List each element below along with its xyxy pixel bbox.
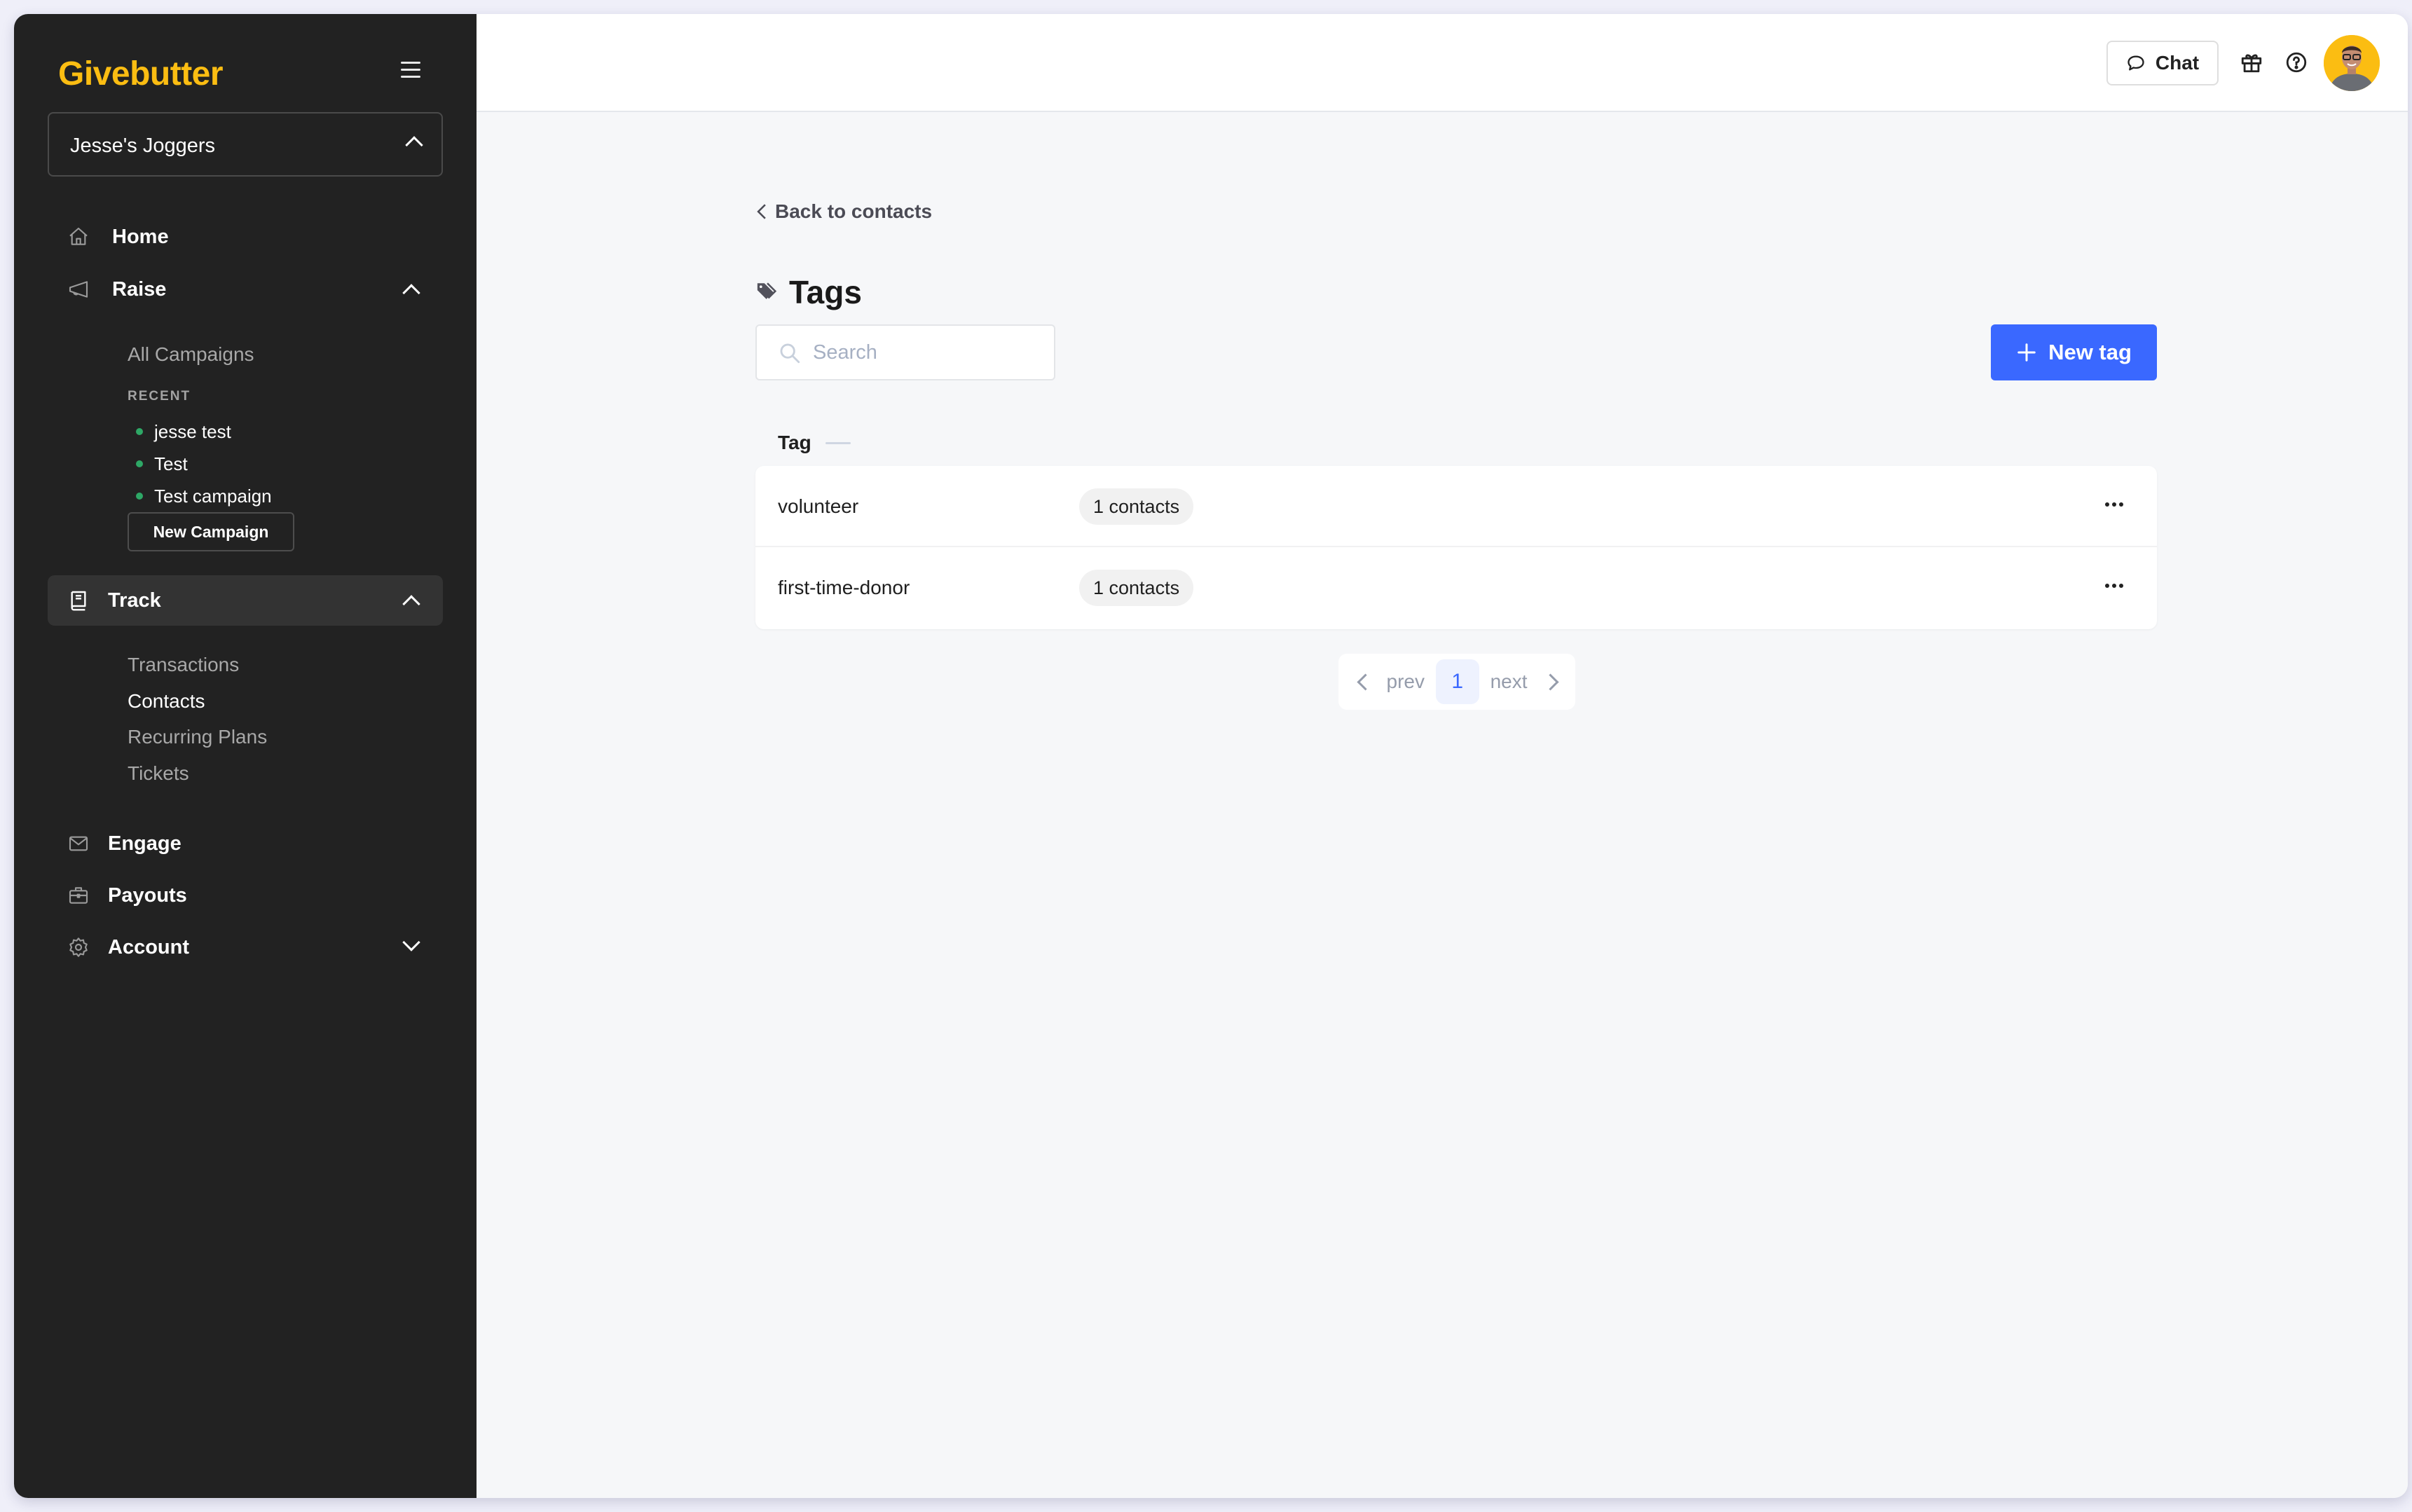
chevron-up-icon — [405, 136, 423, 154]
recent-heading: RECENT — [128, 389, 191, 404]
status-dot — [136, 428, 143, 436]
back-link-label: Back to contacts — [775, 200, 933, 222]
chat-label: Chat — [2155, 52, 2200, 74]
gift-icon[interactable] — [2240, 50, 2263, 74]
sort-indicator-icon — [825, 441, 851, 444]
chevron-up-icon[interactable] — [402, 595, 420, 613]
help-icon[interactable] — [2284, 50, 2308, 74]
sidebar-subitem-contacts[interactable]: Contacts — [128, 690, 205, 713]
sidebar-item-label: Track — [108, 589, 161, 612]
chevron-left-icon[interactable] — [1348, 668, 1376, 696]
search-input[interactable] — [813, 326, 1044, 379]
sidebar-item-account[interactable]: Account — [48, 922, 443, 973]
tag-name: volunteer — [778, 495, 859, 517]
sidebar-item-label: Payouts — [108, 884, 187, 907]
more-options-icon[interactable] — [2102, 500, 2126, 509]
status-dot — [136, 460, 143, 468]
sidebar-item-label: Account — [108, 936, 189, 958]
main-content: Chat Back to contacts Tags Search New ta… — [477, 14, 2408, 1498]
recent-campaign-item[interactable]: Test — [136, 453, 188, 475]
brand-logo[interactable]: Givebutter — [58, 55, 224, 93]
recent-campaign-item[interactable]: jesse test — [136, 421, 231, 443]
table-row[interactable]: first-time-donor 1 contacts — [755, 547, 2157, 628]
top-bar: Chat — [477, 14, 2408, 112]
sidebar-subitem-transactions[interactable]: Transactions — [128, 654, 239, 676]
pagination: prev 1 next — [1338, 654, 1575, 710]
prev-page-button[interactable]: prev — [1376, 671, 1436, 693]
page-title-text: Tags — [789, 274, 862, 310]
column-header-label: Tag — [778, 432, 811, 453]
chat-button[interactable]: Chat — [2106, 41, 2219, 85]
organization-select[interactable]: Jesse's Joggers — [48, 112, 443, 177]
sidebar-item-home[interactable]: Home — [48, 212, 443, 262]
hamburger-icon[interactable] — [401, 62, 420, 78]
tag-name: first-time-donor — [778, 577, 910, 598]
next-page-button[interactable]: next — [1479, 671, 1539, 693]
tags-table: volunteer 1 contacts first-time-donor 1 … — [755, 466, 2157, 629]
sidebar: Givebutter Jesse's Joggers Home Raise Al… — [14, 14, 477, 1498]
sidebar-item-track[interactable]: Track — [48, 575, 443, 626]
organization-name: Jesse's Joggers — [70, 135, 216, 157]
chevron-left-icon — [757, 204, 766, 219]
column-header-tag[interactable]: Tag — [778, 432, 851, 454]
sidebar-item-engage[interactable]: Engage — [48, 818, 443, 869]
search-icon — [780, 343, 800, 364]
back-to-contacts-link[interactable]: Back to contacts — [755, 200, 932, 223]
sidebar-subitem-recurring-plans[interactable]: Recurring Plans — [128, 726, 267, 748]
book-icon — [71, 591, 86, 611]
sidebar-item-label: Home — [112, 226, 169, 248]
briefcase-icon — [69, 887, 88, 904]
chevron-down-icon[interactable] — [402, 933, 420, 951]
recent-campaign-item[interactable]: Test campaign — [136, 486, 272, 507]
more-options-icon[interactable] — [2102, 581, 2126, 591]
sidebar-item-payouts[interactable]: Payouts — [48, 870, 443, 921]
sidebar-item-raise[interactable]: Raise — [48, 264, 443, 315]
contact-count-badge: 1 contacts — [1079, 570, 1194, 606]
plus-icon — [2017, 343, 2036, 362]
page-title: Tags — [755, 273, 862, 311]
chevron-up-icon[interactable] — [402, 284, 420, 302]
app-window: Givebutter Jesse's Joggers Home Raise Al… — [14, 14, 2408, 1498]
new-campaign-button[interactable]: New Campaign — [128, 512, 294, 551]
sidebar-item-label: Engage — [108, 832, 181, 855]
contact-count-badge: 1 contacts — [1079, 488, 1194, 525]
mail-icon — [69, 836, 88, 851]
table-row[interactable]: volunteer 1 contacts — [755, 466, 2157, 547]
sidebar-subitem-tickets[interactable]: Tickets — [128, 762, 189, 785]
new-tag-button[interactable]: New tag — [1991, 324, 2157, 380]
user-avatar[interactable] — [2324, 35, 2380, 91]
chevron-right-icon[interactable] — [1539, 668, 1566, 696]
recent-campaign-label: Test — [154, 453, 188, 474]
gear-icon — [69, 937, 88, 957]
sidebar-item-label: Raise — [112, 278, 167, 301]
status-dot — [136, 493, 143, 500]
home-icon — [69, 227, 88, 245]
sidebar-subitem-all-campaigns[interactable]: All Campaigns — [128, 343, 254, 366]
megaphone-icon — [69, 281, 88, 298]
tag-icon — [757, 282, 777, 299]
chat-bubble-icon — [2127, 55, 2144, 71]
new-tag-label: New tag — [2048, 340, 2132, 364]
recent-campaign-label: Test campaign — [154, 486, 272, 507]
recent-campaign-label: jesse test — [154, 421, 231, 442]
search-field[interactable] — [755, 324, 1055, 380]
avatar-photo — [2324, 35, 2380, 91]
current-page-button[interactable]: 1 — [1435, 659, 1479, 704]
